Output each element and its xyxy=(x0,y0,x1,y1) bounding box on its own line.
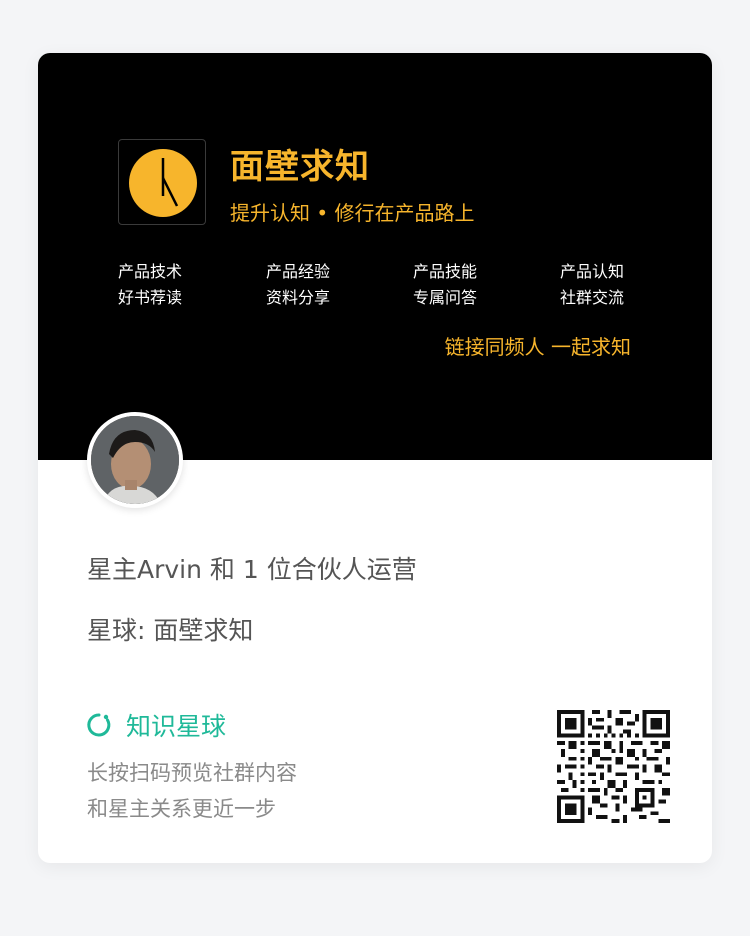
feature-item: 产品认知 社群交流 xyxy=(560,259,624,311)
planet-name: 星球: 面壁求知 xyxy=(87,616,254,645)
feature-line: 好书荐读 xyxy=(118,288,183,307)
clock-logo-icon xyxy=(129,149,197,217)
brand-title: 面壁求知 xyxy=(230,147,370,187)
owner-avatar[interactable] xyxy=(87,412,183,508)
owner-line: 星主Arvin 和 1 位合伙人运营 xyxy=(87,555,417,584)
zsxq-logo-icon xyxy=(87,713,111,737)
feature-line: 专属问答 xyxy=(413,288,478,307)
feature-line: 产品认知 xyxy=(560,262,625,281)
feature-line: 产品技术 xyxy=(118,262,183,281)
zsxq-brand: 知识星球 xyxy=(86,708,226,742)
avatar-photo xyxy=(91,416,179,504)
banner: 面壁求知 提升认知 • 修行在产品路上 产品技术 好书荐读 产品经验 资料分享 … xyxy=(38,53,712,460)
share-card: 面壁求知 提升认知 • 修行在产品路上 产品技术 好书荐读 产品经验 资料分享 … xyxy=(38,53,712,863)
scan-hint: 和星主关系更近一步 xyxy=(87,797,276,821)
feature-line: 产品技能 xyxy=(413,262,478,281)
qr-code[interactable] xyxy=(557,710,670,823)
person-photo-icon xyxy=(91,416,179,504)
slogan: 链接同频人 一起求知 xyxy=(444,335,631,359)
feature-item: 产品技术 好书荐读 xyxy=(118,259,182,311)
scan-hint: 长按扫码预览社群内容 xyxy=(87,761,297,785)
feature-line: 社群交流 xyxy=(560,288,625,307)
feature-line: 产品经验 xyxy=(266,262,331,281)
feature-line: 资料分享 xyxy=(266,288,331,307)
brand-logo xyxy=(118,139,206,225)
feature-item: 产品技能 专属问答 xyxy=(413,259,477,311)
feature-item: 产品经验 资料分享 xyxy=(266,259,330,311)
brand-tagline: 提升认知 • 修行在产品路上 xyxy=(230,201,475,225)
app-name: 知识星球 xyxy=(126,712,227,741)
